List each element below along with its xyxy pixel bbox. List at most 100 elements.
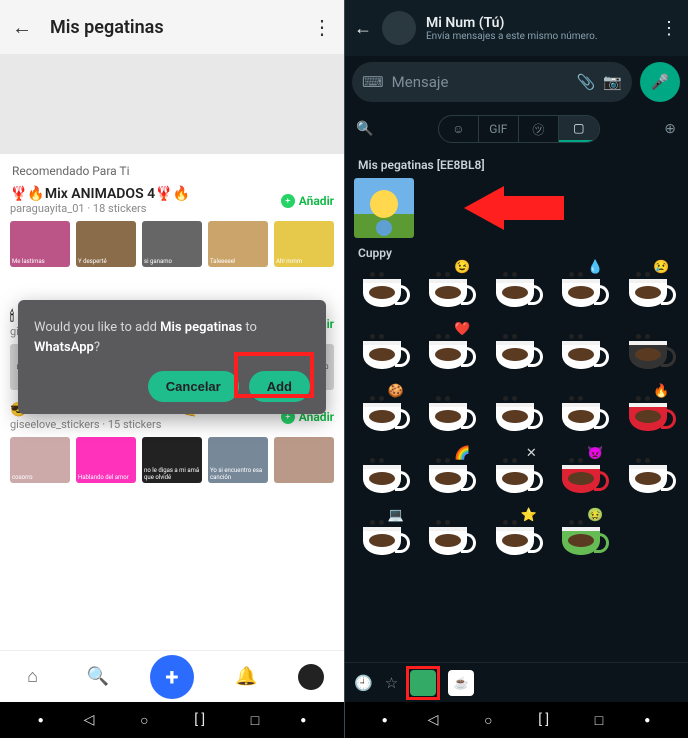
chat-subtitle: Envía mensajes a este mismo número. [426,31,650,42]
cuppy-sticker[interactable]: 💧 [553,266,609,320]
cuppy-sticker[interactable] [620,328,676,382]
whatsapp-chat-screen: ← Mi Num (Tú) Envía mensajes a este mism… [344,0,688,738]
cuppy-sticker[interactable] [553,328,609,382]
more-icon[interactable]: ⋮ [312,15,332,39]
sticker-thumb[interactable]: Me lastimas [10,221,70,267]
add-label: Añadir [299,194,334,208]
mypack-row [354,178,678,238]
sticker-thumb[interactable]: cosorro [10,437,70,483]
create-button[interactable]: + [150,655,194,699]
cuppy-sticker[interactable]: ✕ [487,452,543,506]
tab-emoji[interactable]: ☺ [439,116,479,142]
tab-avatar[interactable]: ㋡ [519,116,559,142]
bell-icon[interactable]: 🔔 [233,664,259,690]
nav-recent-icon[interactable]: [ ] [190,712,210,728]
chat-header: ← Mi Num (Tú) Envía mensajes a este mism… [344,0,688,56]
cuppy-sticker[interactable]: ❤️ [420,328,476,382]
profile-icon[interactable] [298,664,324,690]
sticker-thumb[interactable]: Ah! mmm [274,221,334,267]
sticker-thumb[interactable]: no le digas a mi amá que olvidé [142,437,202,483]
sticker-thumb[interactable]: Y desperté [76,221,136,267]
cancel-button[interactable]: Cancelar [148,371,239,402]
cuppy-sticker[interactable] [553,390,609,444]
nav-home-icon[interactable]: ○ [478,712,498,729]
add-to-whatsapp-dialog: Would you like to add Mis pegatinas to W… [18,300,326,414]
sticker-thumb[interactable]: Hablando del amor [76,437,136,483]
recent-icon[interactable]: 🕘 [354,674,373,692]
camera-icon[interactable]: 📷 [603,73,622,91]
mypack-label: Mis pegatinas [EE8BL8] [358,158,678,172]
add-pack-button[interactable]: Añadir [281,194,334,208]
cuppy-sticker[interactable]: 💻 [354,514,410,568]
cuppy-sticker[interactable]: ⭐ [487,514,543,568]
panel-divider [344,0,345,738]
cuppy-sticker[interactable] [420,390,476,444]
attach-icon[interactable]: 📎 [577,73,596,91]
sticker-thumb[interactable]: si ganamo [142,221,202,267]
chat-name: Mi Num (Tú) [426,15,650,31]
search-icon[interactable]: 🔍 [356,121,373,137]
cuppy-sticker[interactable] [354,452,410,506]
tray-tabs: 🔍 ☺ GIF ㋡ ▢ ⊕ [344,108,688,150]
nav-back-icon[interactable]: ◁ [423,712,443,728]
pack-thumb-cuppy[interactable]: ☕ [448,670,474,696]
message-placeholder: Mensaje [392,73,569,91]
cuppy-sticker[interactable] [487,266,543,320]
sticker-thumb[interactable]: Taleeeee! [208,221,268,267]
keyboard-icon[interactable]: ⌨ [362,73,384,91]
nav-dot: ● [644,715,650,726]
cuppy-sticker[interactable]: 🍪 [354,390,410,444]
cuppy-sticker[interactable] [487,328,543,382]
nav-dot: ● [38,715,44,726]
cuppy-sticker[interactable]: 🌈 [420,452,476,506]
android-navbar: ● ◁ ○ [ ] □ ● [0,702,344,738]
nav-home-icon[interactable]: ○ [134,712,154,729]
back-icon[interactable]: ← [12,15,32,40]
back-icon[interactable]: ← [354,18,372,39]
favorites-icon[interactable]: ☆ [385,674,398,692]
tab-sticker[interactable]: ▢ [559,116,599,142]
cuppy-sticker[interactable]: 👿 [553,452,609,506]
nav-back-icon[interactable]: ◁ [79,712,99,728]
nav-overview-icon[interactable]: □ [245,712,265,729]
add-sticker-icon[interactable]: ⊕ [664,121,676,137]
android-navbar: ● ◁ ○ [ ] □ ● [344,702,688,738]
pack-preview-placeholder [0,54,344,154]
nav-overview-icon[interactable]: □ [589,712,609,729]
recommended-label: Recomendado Para Ti [12,164,334,178]
search-icon[interactable]: 🔍 [85,664,111,690]
cuppy-sticker[interactable] [354,266,410,320]
dialog-text: Would you like to add Mis pegatinas to W… [34,318,310,357]
avatar[interactable] [382,11,416,45]
highlight-pack-thumb [406,666,440,700]
cuppy-sticker[interactable] [420,514,476,568]
sticker-tray: 🔍 ☺ GIF ㋡ ▢ ⊕ Mis pegatinas [EE8BL8] Cup… [344,108,688,702]
sticker-thumb[interactable] [274,437,334,483]
sticker-thumb[interactable]: Yo si encuentro esa canción [208,437,268,483]
pack-sub: giseelove_stickers · 15 stickers [10,418,198,431]
tab-gif[interactable]: GIF [479,116,519,142]
more-icon[interactable]: ⋮ [660,18,678,39]
cuppy-sticker[interactable]: 🤢 [553,514,609,568]
page-title: Mis pegatinas [50,17,312,38]
message-bar: ⌨ Mensaje 📎 📷 🎤 [344,56,688,108]
arrow-annotation [464,186,504,230]
whatsapp-icon [281,194,295,208]
sticker-app-screen: ← Mis pegatinas ⋮ Recomendado Para Ti 🦞🔥… [0,0,344,738]
mic-button[interactable]: 🎤 [640,62,680,102]
pack-sub: paraguayita_01 · 18 stickers [10,202,190,215]
add-button[interactable]: Add [249,371,310,402]
cuppy-sticker[interactable] [487,390,543,444]
custom-sticker[interactable] [354,178,414,238]
message-input[interactable]: ⌨ Mensaje 📎 📷 [352,62,632,102]
sticker-pack: 😎 STICKERS SHITPOST 3 🤙 giseelove_sticke… [10,402,334,483]
cuppy-sticker[interactable]: 😢 [620,266,676,320]
cuppy-sticker[interactable]: 😉 [420,266,476,320]
cuppy-sticker[interactable] [620,452,676,506]
nav-recent-icon[interactable]: [ ] [534,712,554,728]
home-icon[interactable]: ⌂ [20,664,46,690]
sticker-pack: 🦞🔥Mix ANIMADOS 4🦞🔥 paraguayita_01 · 18 s… [10,186,334,267]
cuppy-sticker[interactable]: 🔥 [620,390,676,444]
nav-dot: ● [300,715,306,726]
cuppy-sticker[interactable] [354,328,410,382]
